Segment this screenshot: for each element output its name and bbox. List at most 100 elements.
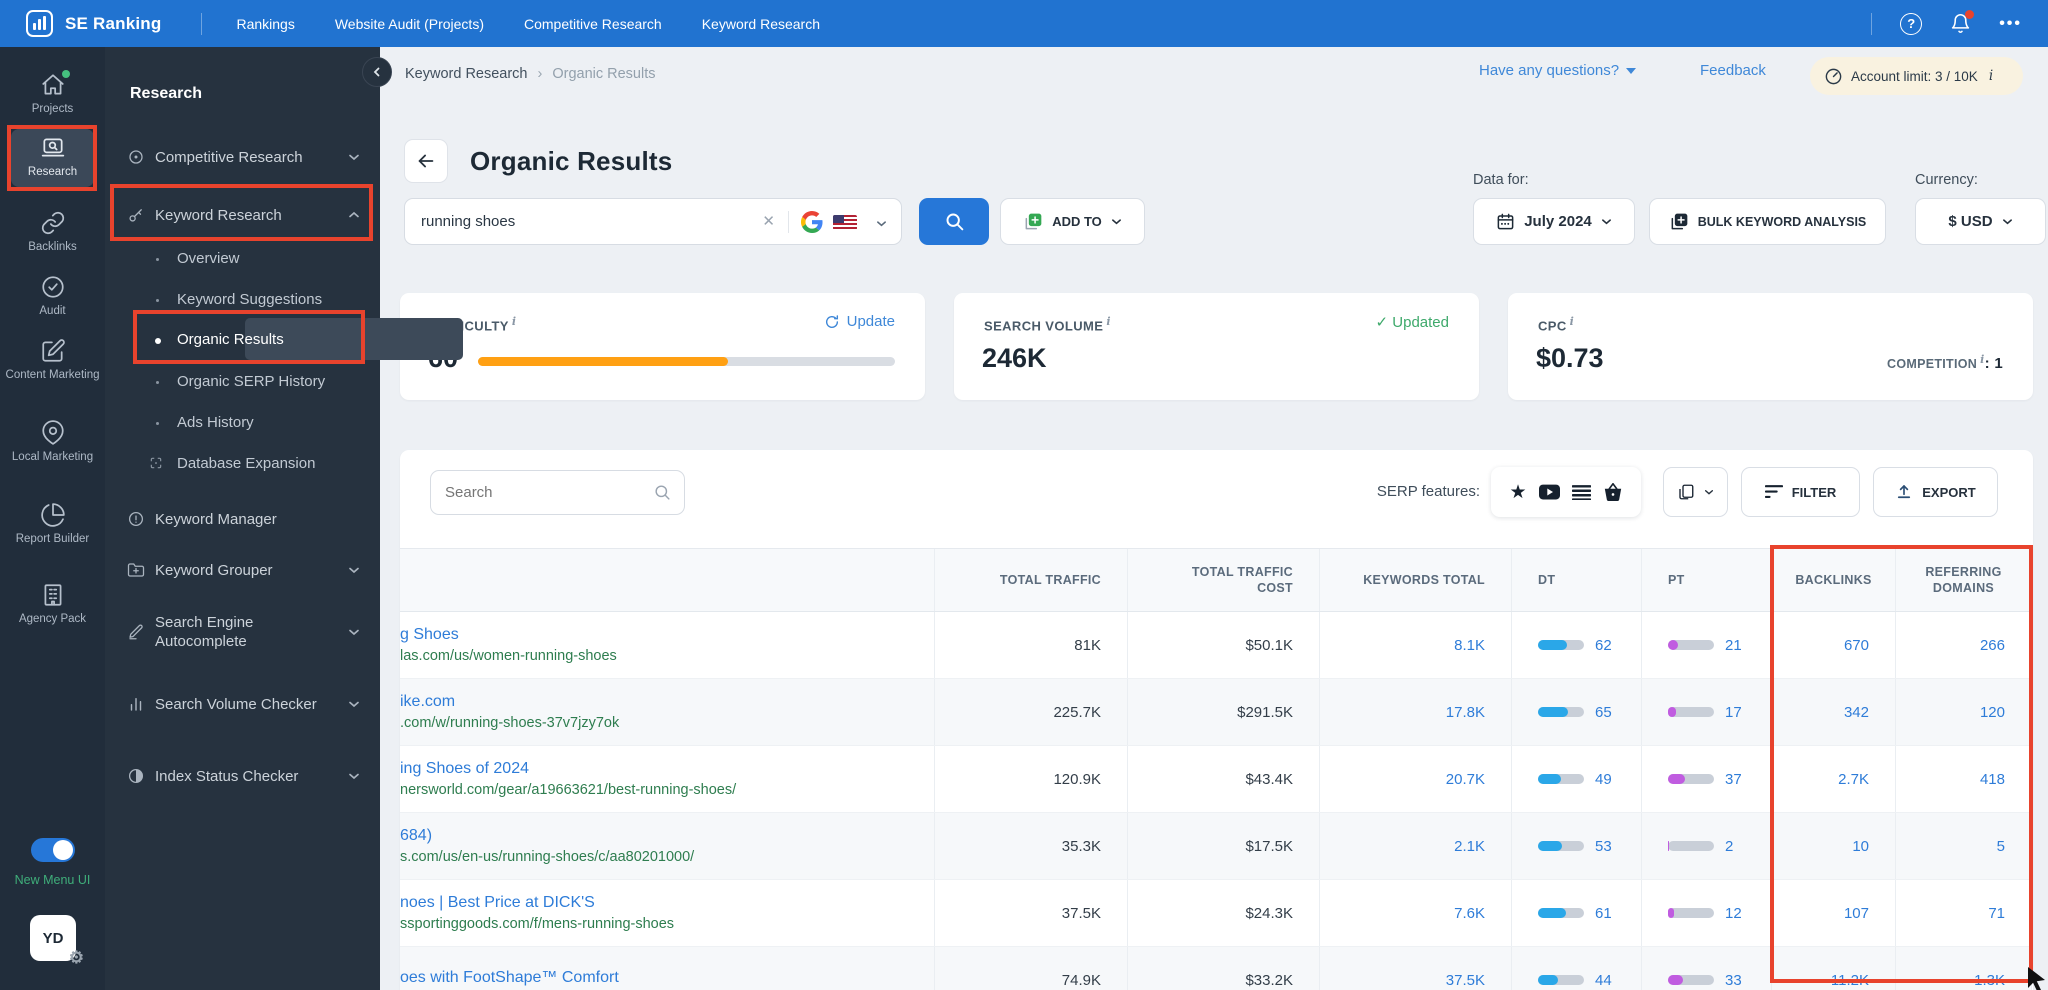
clear-icon[interactable]: ✕: [762, 212, 775, 230]
youtube-icon[interactable]: [1538, 484, 1560, 500]
settings-gear-icon[interactable]: ⚙: [69, 948, 84, 968]
rail-item-audit[interactable]: Audit: [0, 274, 105, 318]
column-header-referring-domains[interactable]: REFERRING DOMAINS: [1896, 549, 2032, 611]
star-icon[interactable]: ★: [1509, 483, 1526, 502]
filter-button[interactable]: FILTER: [1741, 467, 1860, 517]
panel-item-competitive-research[interactable]: Competitive Research: [105, 135, 380, 179]
nav-item-rankings[interactable]: Rankings: [236, 16, 294, 32]
bar-chart-icon: [127, 695, 145, 713]
breadcrumb-keyword-research[interactable]: Keyword Research: [405, 66, 528, 82]
column-header-backlinks[interactable]: BACKLINKS: [1772, 549, 1896, 611]
keyword-query-input[interactable]: [421, 199, 741, 244]
cell-keywords-total[interactable]: 20.7K: [1320, 746, 1512, 812]
nav-item-competitive-research[interactable]: Competitive Research: [524, 16, 662, 32]
cell-total-traffic: 37.5K: [935, 880, 1128, 946]
result-title-link[interactable]: noes | Best Price at DICK'S: [400, 894, 595, 912]
cell-referring-domains[interactable]: 5: [1896, 813, 2032, 879]
panel-item-search-engine-autocomplete[interactable]: Search Engine Autocomplete: [105, 610, 380, 654]
feedback-link[interactable]: Feedback: [1700, 62, 1766, 79]
cell-referring-domains[interactable]: 71: [1896, 880, 2032, 946]
result-title-link[interactable]: g Shoes: [400, 626, 459, 644]
rail-item-research[interactable]: Research: [0, 135, 105, 179]
notifications-bell-icon[interactable]: [1950, 10, 1975, 34]
map-pin-icon: [41, 420, 64, 445]
rail-item-projects[interactable]: Projects: [0, 70, 105, 116]
shopping-basket-icon[interactable]: [1603, 483, 1623, 501]
panel-item-keyword-grouper[interactable]: Keyword Grouper: [105, 558, 380, 582]
date-picker-button[interactable]: July 2024: [1473, 198, 1635, 245]
chevron-down-icon[interactable]: [876, 218, 887, 229]
column-header-dt[interactable]: DT: [1512, 549, 1642, 611]
cell-keywords-total[interactable]: 2.1K: [1320, 813, 1512, 879]
result-url: s.com/us/en-us/running-shoes/c/aa8020100…: [400, 849, 695, 865]
bulk-keyword-analysis-button[interactable]: BULK KEYWORD ANALYSIS: [1649, 198, 1886, 245]
panel-item-keyword-manager[interactable]: Keyword Manager: [105, 507, 380, 531]
cell-referring-domains[interactable]: 266: [1896, 612, 2032, 678]
pencil-icon: [127, 623, 145, 641]
cell-pt: 33: [1642, 947, 1772, 990]
calendar-icon: [1497, 213, 1514, 230]
rail-item-content-marketing[interactable]: Content Marketing: [0, 338, 105, 382]
panel-item-index-status-checker[interactable]: Index Status Checker: [105, 754, 380, 798]
cell-backlinks[interactable]: 670: [1772, 612, 1896, 678]
cell-backlinks[interactable]: 11.2K: [1772, 947, 1896, 990]
cell-referring-domains[interactable]: 418: [1896, 746, 2032, 812]
user-avatar[interactable]: YD ⚙: [30, 915, 84, 967]
difficulty-update-link[interactable]: Update: [824, 313, 895, 330]
panel-sub-item-keyword-suggestions[interactable]: Keyword Suggestions: [105, 289, 380, 313]
cell-referring-domains[interactable]: 1.3K: [1896, 947, 2032, 990]
help-icon[interactable]: ?: [1900, 12, 1923, 35]
column-header-pt[interactable]: PT: [1642, 549, 1772, 611]
more-menu-icon[interactable]: •••: [1999, 15, 2022, 33]
add-to-button[interactable]: ADD TO: [1000, 198, 1145, 245]
column-header-total-traffic[interactable]: TOTAL TRAFFIC: [935, 549, 1128, 611]
new-menu-toggle[interactable]: [31, 838, 75, 862]
result-title-link[interactable]: 684): [400, 827, 432, 845]
panel-sub-item-ads-history[interactable]: Ads History: [105, 412, 380, 436]
panel-collapse-button[interactable]: [362, 57, 392, 87]
panel-sub-item-database-expansion[interactable]: Database Expansion: [105, 453, 380, 477]
panel-sub-item-overview[interactable]: Overview: [105, 248, 380, 272]
currency-select-button[interactable]: $ USD: [1915, 198, 2046, 245]
cell-backlinks[interactable]: 10: [1772, 813, 1896, 879]
rail-item-agency-pack[interactable]: Agency Pack: [0, 582, 105, 626]
cell-total-traffic-cost: $291.5K: [1128, 679, 1320, 745]
alert-circle-icon: [127, 510, 145, 528]
rail-item-report-builder[interactable]: Report Builder: [0, 502, 105, 546]
panel-sub-item-organic-results[interactable]: Organic Results: [105, 329, 380, 353]
panel-sub-item-organic-serp-history[interactable]: Organic SERP History: [105, 371, 380, 395]
table-search-input[interactable]: [445, 471, 635, 514]
cell-backlinks[interactable]: 342: [1772, 679, 1896, 745]
result-title-link[interactable]: ing Shoes of 2024: [400, 760, 529, 778]
column-header-keywords-total[interactable]: KEYWORDS TOTAL: [1320, 549, 1512, 611]
rail-item-backlinks[interactable]: Backlinks: [0, 210, 105, 254]
cell-dt: 61: [1512, 880, 1642, 946]
cell-backlinks[interactable]: 2.7K: [1772, 746, 1896, 812]
pt-progress-pill: [1668, 640, 1714, 650]
copy-columns-button[interactable]: [1663, 467, 1728, 517]
us-flag-icon[interactable]: [833, 215, 857, 230]
search-button[interactable]: [919, 198, 989, 245]
table-body: g Shoes las.com/us/women-running-shoes 8…: [400, 612, 2032, 990]
result-title-link[interactable]: ike.com: [400, 693, 455, 711]
cell-referring-domains[interactable]: 120: [1896, 679, 2032, 745]
cell-keywords-total[interactable]: 8.1K: [1320, 612, 1512, 678]
back-button[interactable]: [404, 139, 448, 183]
cell-keywords-total[interactable]: 7.6K: [1320, 880, 1512, 946]
google-icon[interactable]: [801, 211, 823, 233]
result-title-link[interactable]: oes with FootShape™ Comfort: [400, 969, 619, 987]
rail-item-local-marketing[interactable]: Local Marketing: [0, 420, 105, 464]
questions-dropdown[interactable]: Have any questions?: [1479, 62, 1637, 79]
dt-progress-pill: [1538, 908, 1584, 918]
cell-backlinks[interactable]: 107: [1772, 880, 1896, 946]
export-button[interactable]: EXPORT: [1873, 467, 1998, 517]
cell-keywords-total[interactable]: 17.8K: [1320, 679, 1512, 745]
list-icon[interactable]: [1571, 484, 1591, 500]
nav-item-keyword-research[interactable]: Keyword Research: [702, 16, 820, 32]
nav-item-website-audit[interactable]: Website Audit (Projects): [335, 16, 484, 32]
panel-item-keyword-research[interactable]: Keyword Research: [105, 203, 380, 227]
column-header-total-traffic-cost[interactable]: TOTAL TRAFFIC COST: [1128, 549, 1320, 611]
cell-keywords-total[interactable]: 37.5K: [1320, 947, 1512, 990]
se-ranking-logo-icon[interactable]: [26, 10, 53, 37]
panel-item-search-volume-checker[interactable]: Search Volume Checker: [105, 682, 380, 726]
